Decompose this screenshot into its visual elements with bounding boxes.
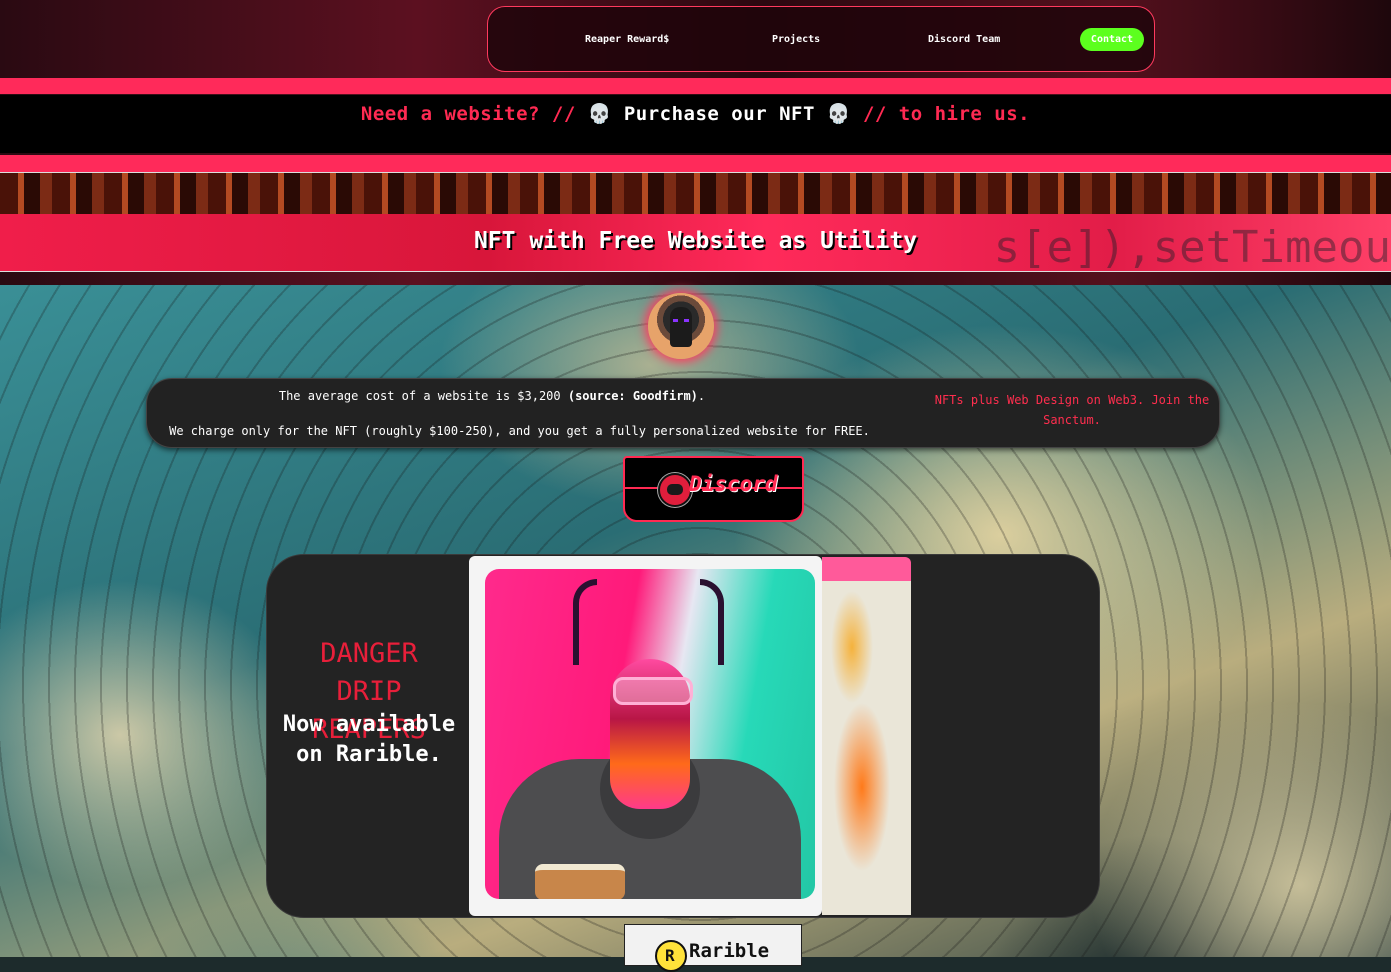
headline-banner: s[e]),setTimeou NFT with Free Website as… — [0, 214, 1391, 273]
nft-image[interactable] — [485, 569, 815, 899]
sanctum-tagline: NFTs plus Web Design on Web3. Join the S… — [934, 393, 1210, 427]
top-navigation: Reaper Reward$ Projects Discord Team Con… — [487, 6, 1155, 72]
discord-label: Discord — [689, 472, 778, 496]
nav-reaper-rewards[interactable]: Reaper Reward$ — [585, 34, 669, 45]
average-cost-text: The average cost of a website is $3,200 … — [278, 389, 706, 403]
hire-banner-text: Need a website? // 💀 Purchase our NFT 💀 … — [0, 95, 1391, 133]
discord-icon — [658, 473, 692, 507]
hire-banner: Need a website? // 💀 Purchase our NFT 💀 … — [0, 95, 1391, 153]
skull-icon: 💀 — [587, 103, 612, 125]
rarible-icon: R — [655, 940, 687, 972]
discord-button[interactable]: Discord — [623, 456, 804, 522]
banner-text-3: // to hire us. — [862, 103, 1031, 125]
banner-text-1: Need a website? // — [360, 103, 576, 125]
purchase-nft-link[interactable]: Purchase our NFT — [624, 103, 815, 125]
rarible-label: Rarible — [689, 940, 770, 962]
pink-stripe — [0, 78, 1391, 94]
rarible-button[interactable]: R Rarible — [624, 924, 802, 972]
next-slide-image[interactable] — [822, 557, 911, 915]
nav-projects[interactable]: Projects — [772, 34, 820, 45]
glitch-band — [0, 172, 1391, 216]
collection-subtitle: Now available on Rarible. — [282, 712, 456, 767]
nav-discord-team[interactable]: Discord Team — [928, 34, 1000, 45]
skull-icon: 💀 — [826, 103, 852, 125]
avatar — [648, 293, 714, 359]
headline: NFT with Free Website as Utility — [473, 228, 918, 254]
pink-stripe — [0, 155, 1391, 172]
source-link[interactable]: (source: Goodfirm) — [568, 389, 698, 403]
contact-button[interactable]: Contact — [1080, 28, 1144, 51]
pricing-text: We charge only for the NFT (roughly $100… — [169, 424, 870, 438]
info-panel: The average cost of a website is $3,200 … — [146, 378, 1220, 448]
